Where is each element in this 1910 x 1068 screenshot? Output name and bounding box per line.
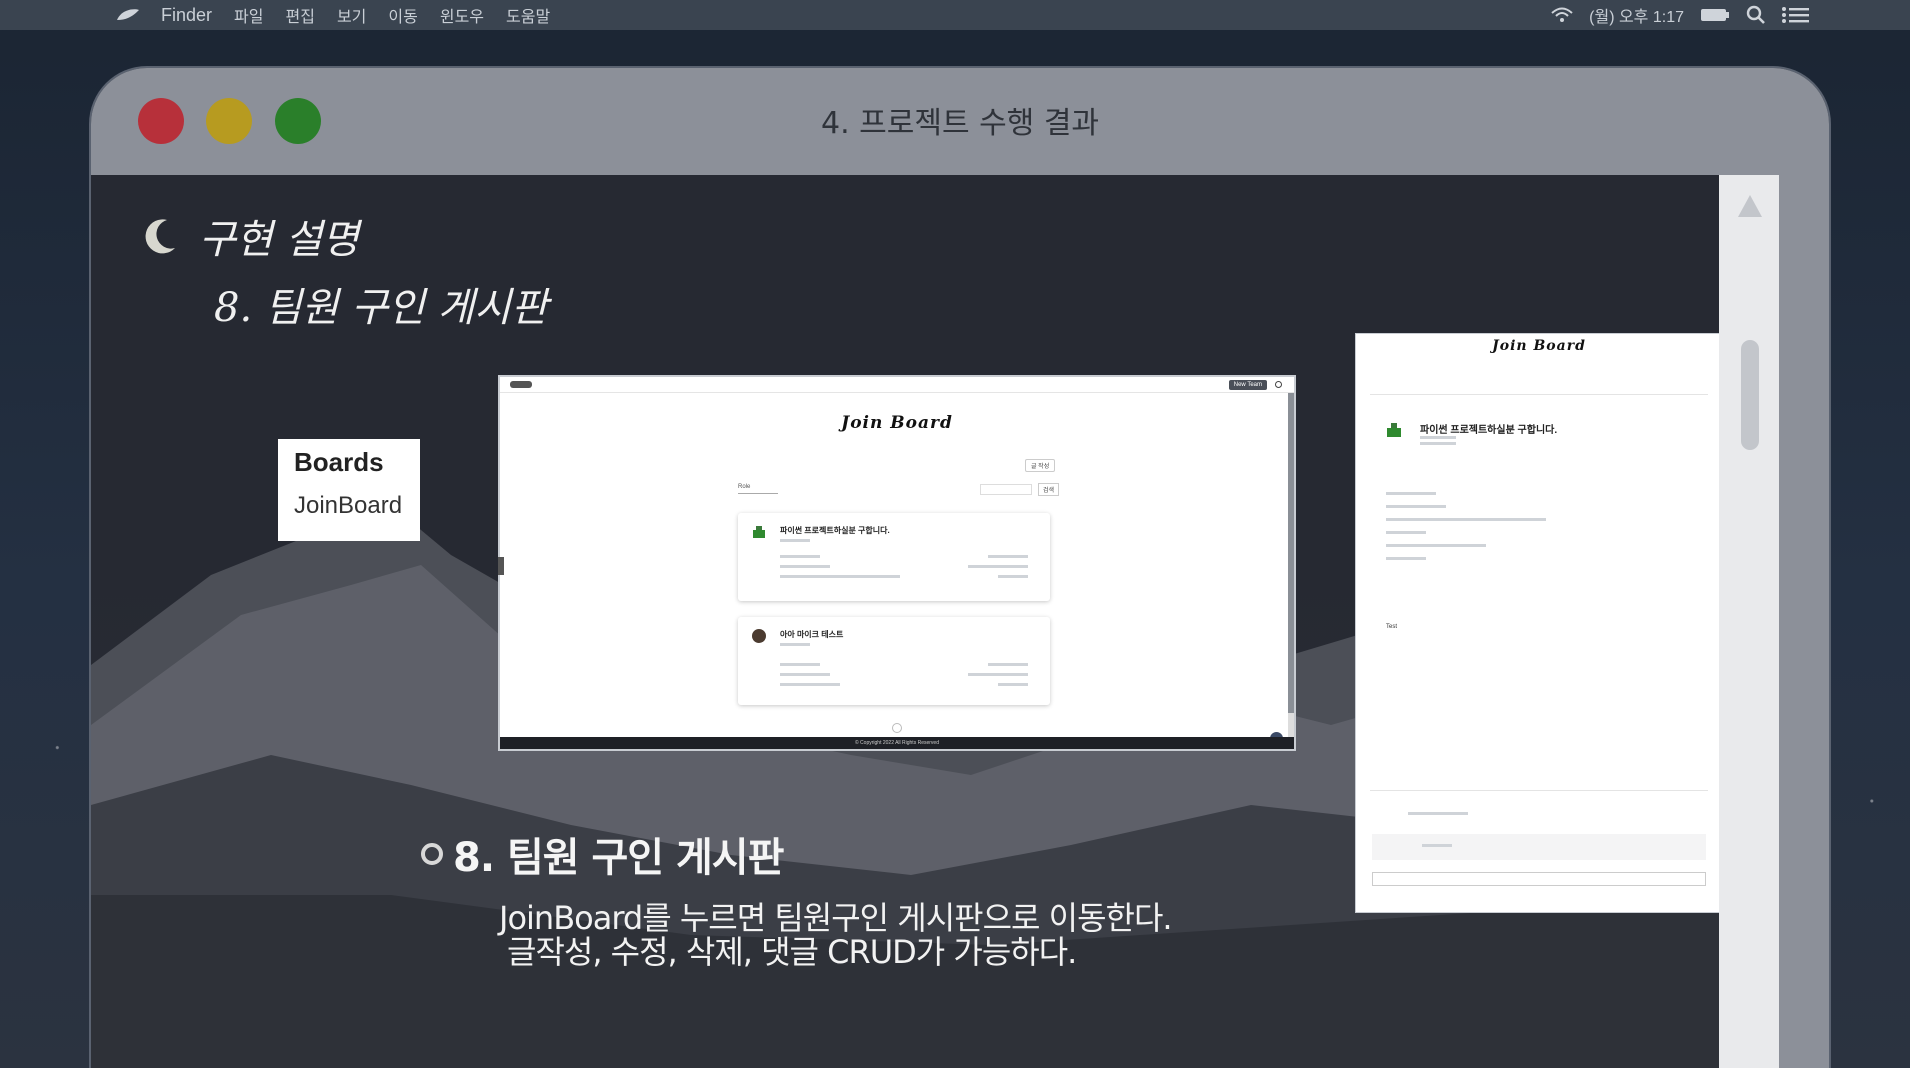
menu-file[interactable]: 파일 (234, 3, 263, 27)
site-logo-icon (510, 381, 532, 388)
window-titlebar: 4. 프로젝트 수행 결과 (91, 68, 1829, 175)
post-meta-line (1386, 505, 1446, 508)
caption-description: JoinBoard를 누르면 팀원구인 게시판으로 이동한다. 글작성, 수정,… (499, 899, 1173, 971)
post-meta-line (780, 643, 810, 646)
post-meta-line (1386, 544, 1486, 547)
post-title: 아아 마이크 테스트 (780, 630, 844, 639)
post-meta-line (968, 673, 1028, 676)
list-topbar: New Team (500, 377, 1294, 393)
write-post-button: 글 작성 (1025, 459, 1056, 472)
new-team-button: New Team (1228, 379, 1267, 390)
joinboard-logo: Join Board (841, 413, 953, 433)
menu-edit[interactable]: 편집 (285, 3, 314, 27)
app-logo-icon[interactable] (115, 8, 141, 22)
slide-heading: 구현 설명 (199, 217, 359, 263)
avatar-icon (753, 526, 765, 538)
clock[interactable]: (월) 오후 1:17 (1589, 3, 1684, 27)
post-meta-line (780, 555, 820, 558)
comment-input (1372, 872, 1706, 886)
moon-icon (145, 219, 175, 254)
post-card: 아아 마이크 테스트 (738, 617, 1050, 705)
post-meta-line (968, 565, 1028, 568)
post-title: 파이썬 프로젝트하실분 구합니다. (1420, 425, 1558, 436)
post-meta-line (1386, 531, 1426, 534)
menu-bar-status: (월) 오후 1:17 (1551, 3, 1810, 27)
post-meta-line (780, 673, 830, 676)
scrollbar-thumb (1288, 393, 1294, 713)
role-filter-select: Role (738, 484, 778, 494)
window-frame-right (1779, 175, 1829, 1068)
joinboard-link[interactable]: JoinBoard (294, 492, 404, 520)
comment-row (1372, 804, 1706, 830)
menu-window[interactable]: 윈도우 (440, 3, 484, 27)
search-input (980, 484, 1032, 495)
search-button: 검색 (1038, 483, 1060, 496)
window-title: 4. 프로젝트 수행 결과 (820, 106, 1100, 141)
list-menu-icon[interactable] (1782, 6, 1810, 24)
post-meta-line (1420, 436, 1456, 439)
pagination (892, 723, 902, 733)
post-meta-line (780, 663, 820, 666)
joinboard-logo: Join Board (1492, 338, 1586, 354)
post-meta-line (1386, 557, 1426, 560)
window-scrollbar[interactable] (1719, 175, 1779, 1068)
search-icon[interactable] (1746, 5, 1766, 25)
caption-line: 글작성, 수정, 삭제, 댓글 CRUD가 가능하다. (507, 933, 1077, 971)
caption-title: 8. 팀원 구인 게시판 (453, 835, 784, 881)
joinboard-list-screenshot: New Team Join Board 글 작성 Role 검색 파이썬 프로젝… (498, 375, 1296, 751)
comment-reply-row (1372, 834, 1706, 860)
menu-view[interactable]: 보기 (337, 3, 366, 27)
slide-subheading: 8. 팀원 구인 게시판 (214, 285, 548, 331)
post-meta-line (988, 555, 1028, 558)
post-meta-line (1420, 442, 1456, 445)
post-meta-line (1386, 518, 1546, 521)
slide-content: 구현 설명 8. 팀원 구인 게시판 Boards JoinBoard New … (91, 175, 1829, 1068)
page-footer: © Copyright 2022 All Rights Reserved (500, 737, 1294, 749)
post-meta-line (998, 683, 1028, 686)
menu-app-finder[interactable]: Finder (161, 5, 212, 26)
caption-row: 8. 팀원 구인 게시판 (421, 825, 784, 883)
divider (1370, 790, 1708, 791)
window-scrollbar-thumb[interactable] (1741, 340, 1759, 450)
caption-line: JoinBoard를 누르면 팀원구인 게시판으로 이동한다. (499, 899, 1173, 937)
menu-bar: Finder 파일 편집 보기 이동 윈도우 도움말 (월) 오후 1:17 (0, 0, 1910, 30)
heading-row: 구현 설명 (141, 207, 359, 265)
side-tab (498, 557, 504, 575)
menu-go[interactable]: 이동 (388, 3, 417, 27)
boards-title: Boards (294, 447, 384, 477)
joinboard-detail-screenshot: Join Board 파이썬 프로젝트하실분 구합니다. Test (1355, 333, 1723, 913)
post-meta-line (988, 663, 1028, 666)
post-meta-line (1386, 492, 1436, 495)
post-body: Test (1386, 624, 1398, 630)
post-meta-line (780, 683, 840, 686)
avatar (752, 629, 766, 643)
post-meta-line (780, 575, 900, 578)
post-title: 파이썬 프로젝트하실분 구합니다. (780, 526, 890, 535)
boards-menu-card: Boards JoinBoard (278, 439, 420, 541)
post-meta-line (780, 565, 830, 568)
presentation-window: 4. 프로젝트 수행 결과 구현 설명 8. 팀원 구인 게시판 Boards … (89, 66, 1831, 1068)
divider (1370, 394, 1708, 395)
battery-icon[interactable] (1700, 7, 1730, 23)
post-meta-line (780, 539, 810, 542)
bullet-icon (421, 843, 443, 865)
scroll-up-arrow-icon[interactable] (1738, 195, 1762, 217)
menu-help[interactable]: 도움말 (506, 3, 550, 27)
avatar-icon (1387, 423, 1401, 437)
comment-line (1422, 844, 1452, 847)
wifi-icon[interactable] (1551, 7, 1573, 23)
post-meta-line (998, 575, 1028, 578)
comment-line (1408, 812, 1468, 815)
post-card: 파이썬 프로젝트하실분 구합니다. (738, 513, 1050, 601)
user-icon (1275, 381, 1282, 388)
